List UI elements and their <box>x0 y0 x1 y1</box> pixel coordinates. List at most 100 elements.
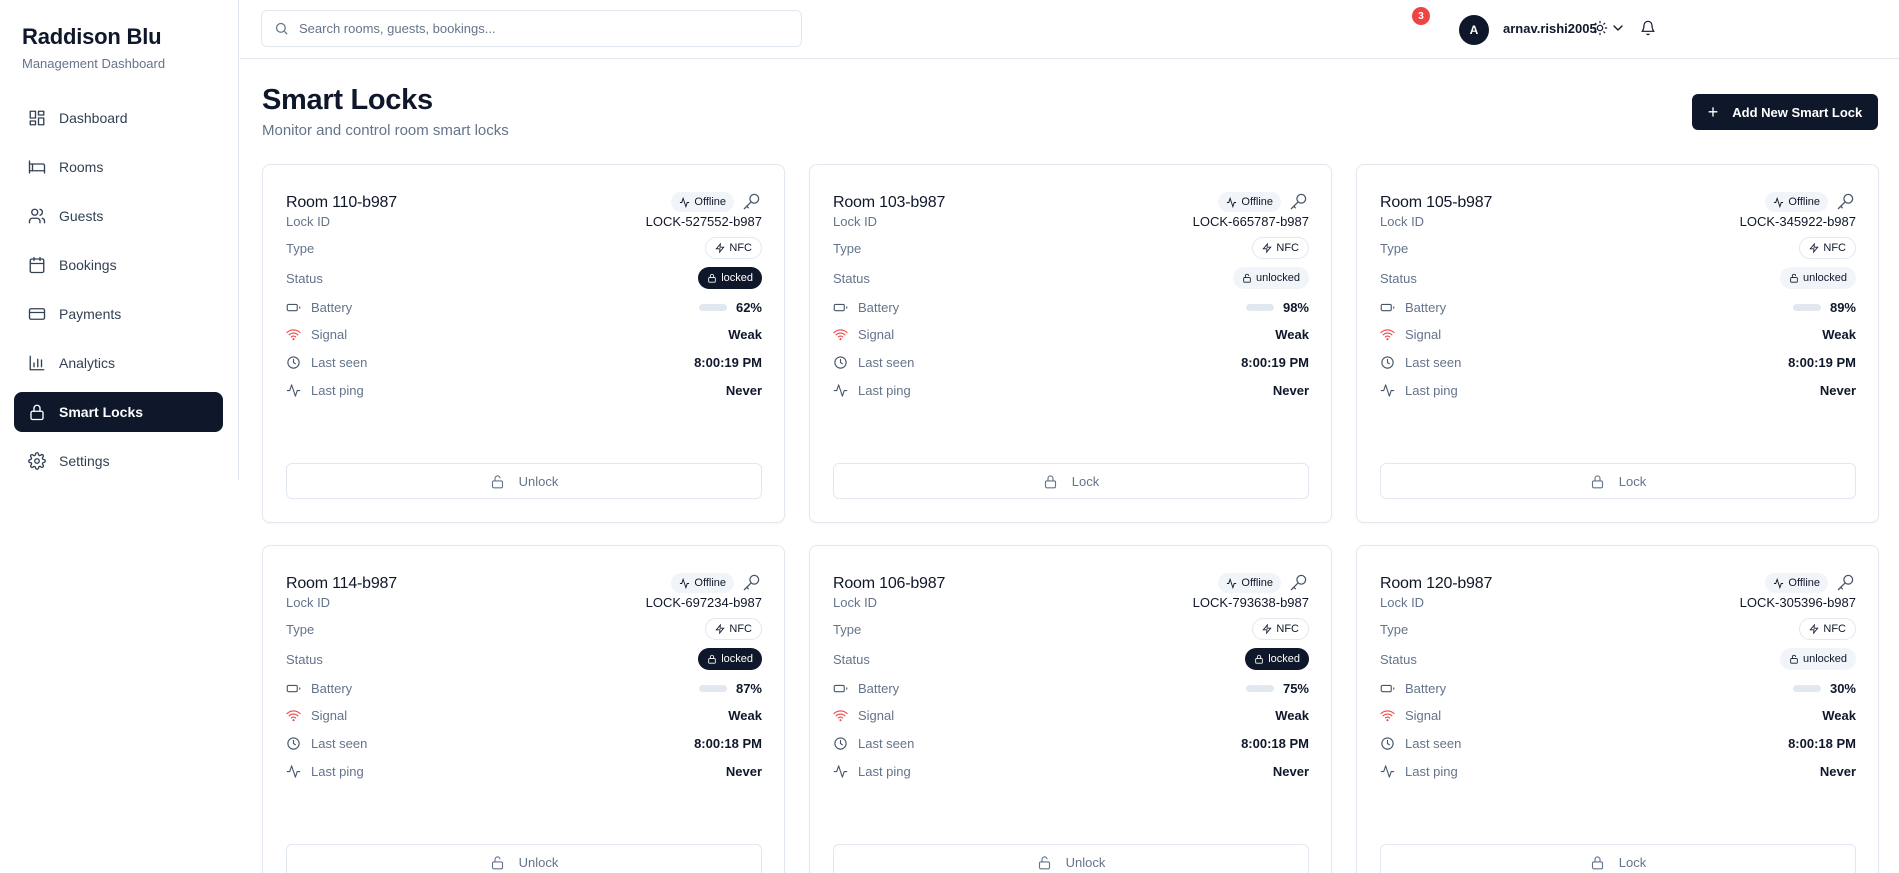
lock-icon <box>1591 474 1603 488</box>
last-ping-label: Last ping <box>1405 763 1458 779</box>
toggle-lock-label: Unlock <box>518 473 559 489</box>
battery-label: Battery <box>1405 680 1447 696</box>
battery-value: 89% <box>1829 299 1856 315</box>
key-button[interactable] <box>1836 192 1856 212</box>
search-input[interactable] <box>299 21 779 36</box>
lock-id-value: LOCK-345922-b987 <box>1739 213 1856 229</box>
key-icon <box>1837 193 1854 210</box>
page-title: Smart Locks <box>262 84 433 116</box>
battery-bar <box>1245 303 1274 311</box>
toggle-lock-button[interactable]: Lock <box>833 463 1309 499</box>
last-seen-label: Last seen <box>311 735 368 751</box>
signal-value: Weak <box>1822 707 1856 723</box>
lock-icon <box>28 403 46 421</box>
key-button[interactable] <box>742 192 762 212</box>
battery-row: Battery 89% <box>1380 297 1856 317</box>
key-icon <box>743 574 760 591</box>
battery-value: 98% <box>1282 299 1309 315</box>
activity-icon <box>833 764 848 778</box>
sidebar-item-guests[interactable]: Guests <box>14 196 223 236</box>
search-box[interactable] <box>261 10 802 47</box>
status-row: Status unlocked <box>1380 267 1856 289</box>
battery-row: Battery 87% <box>286 678 762 698</box>
sidebar-nav: Dashboard Rooms Guests Bookings Payments… <box>14 98 223 490</box>
lock-icon <box>491 855 503 869</box>
last-seen-label: Last seen <box>858 735 915 751</box>
add-smart-lock-button[interactable]: + Add New Smart Lock <box>1692 94 1878 130</box>
type-row: Type NFC <box>1380 237 1856 259</box>
sidebar-item-bookings[interactable]: Bookings <box>14 245 223 285</box>
key-icon <box>1290 193 1307 210</box>
status-badge: unlocked <box>1779 267 1856 289</box>
last-seen-label: Last seen <box>858 354 915 370</box>
smart-lock-card: Room 103-b987 Offline Lock ID LOCK-66578… <box>809 164 1332 523</box>
signal-value: Weak <box>1275 707 1309 723</box>
room-name: Room 105-b987 <box>1380 194 1493 211</box>
sidebar-item-smart-locks[interactable]: Smart Locks <box>14 392 223 432</box>
last-ping-value: Never <box>1819 763 1856 779</box>
battery-row: Battery 98% <box>833 297 1309 317</box>
gear-icon <box>28 452 46 470</box>
sidebar-item-settings[interactable]: Settings <box>14 441 223 481</box>
lock-id-value: LOCK-527552-b987 <box>645 213 762 229</box>
lock-id-value: LOCK-793638-b987 <box>1192 594 1309 610</box>
key-button[interactable] <box>742 573 762 593</box>
connection-badge: Offline <box>1765 573 1828 593</box>
sidebar-item-analytics[interactable]: Analytics <box>14 343 223 383</box>
wifi-icon <box>833 328 848 340</box>
wifi-icon <box>1380 709 1395 721</box>
toggle-lock-button[interactable]: Unlock <box>833 844 1309 873</box>
activity-icon <box>1774 196 1784 208</box>
type-value: NFC <box>1823 242 1846 254</box>
key-icon <box>1837 574 1854 591</box>
battery-row: Battery 30% <box>1380 678 1856 698</box>
key-button[interactable] <box>1289 192 1309 212</box>
toggle-lock-button[interactable]: Lock <box>1380 463 1856 499</box>
lock-icon <box>1044 474 1056 488</box>
toggle-lock-button[interactable]: Unlock <box>286 844 762 873</box>
last-ping-label: Last ping <box>311 763 364 779</box>
zap-icon <box>715 624 726 634</box>
connection-badge: Offline <box>1218 192 1281 212</box>
lock-icon <box>1591 855 1603 869</box>
toggle-lock-button[interactable]: Unlock <box>286 463 762 499</box>
activity-icon <box>1380 383 1395 397</box>
sidebar-item-payments[interactable]: Payments <box>14 294 223 334</box>
type-value: NFC <box>729 623 752 635</box>
battery-bar <box>1792 303 1821 311</box>
status-value: unlocked <box>1802 272 1847 284</box>
clock-icon <box>1381 355 1394 369</box>
user-menu-toggle[interactable] <box>1610 20 1626 36</box>
wifi-icon <box>1380 328 1395 340</box>
type-row: Type NFC <box>286 618 762 640</box>
battery-icon <box>1380 684 1395 692</box>
clock-icon <box>834 736 847 750</box>
connection-badge: Offline <box>1765 192 1828 212</box>
battery-label: Battery <box>858 299 900 315</box>
signal-value: Weak <box>728 326 762 342</box>
sidebar-item-label: Smart Locks <box>59 404 144 420</box>
zap-icon <box>1262 243 1273 253</box>
last-ping-row: Last ping Never <box>833 761 1309 781</box>
connection-label: Offline <box>694 196 726 208</box>
signal-label: Signal <box>1405 707 1442 723</box>
last-seen-value: 8:00:19 PM <box>694 354 762 370</box>
brand-subtitle: Management Dashboard <box>22 56 166 71</box>
toggle-lock-button[interactable]: Lock <box>1380 844 1856 873</box>
username[interactable]: arnav.rishi2005 <box>1503 21 1597 36</box>
avatar[interactable]: A <box>1459 15 1489 45</box>
smart-lock-card: Room 106-b987 Offline Lock ID LOCK-79363… <box>809 545 1332 873</box>
lock-id-value: LOCK-305396-b987 <box>1739 594 1856 610</box>
last-seen-row: Last seen 8:00:18 PM <box>1380 733 1856 753</box>
last-seen-row: Last seen 8:00:19 PM <box>1380 352 1856 372</box>
battery-value: 30% <box>1829 680 1856 696</box>
activity-icon <box>680 577 690 589</box>
key-button[interactable] <box>1289 573 1309 593</box>
key-button[interactable] <box>1836 573 1856 593</box>
sidebar-item-dashboard[interactable]: Dashboard <box>14 98 223 138</box>
activity-icon <box>1774 577 1784 589</box>
lock-icon <box>1038 855 1050 869</box>
notifications-button[interactable] <box>1638 18 1658 38</box>
sidebar-item-rooms[interactable]: Rooms <box>14 147 223 187</box>
connection-label: Offline <box>1241 577 1273 589</box>
